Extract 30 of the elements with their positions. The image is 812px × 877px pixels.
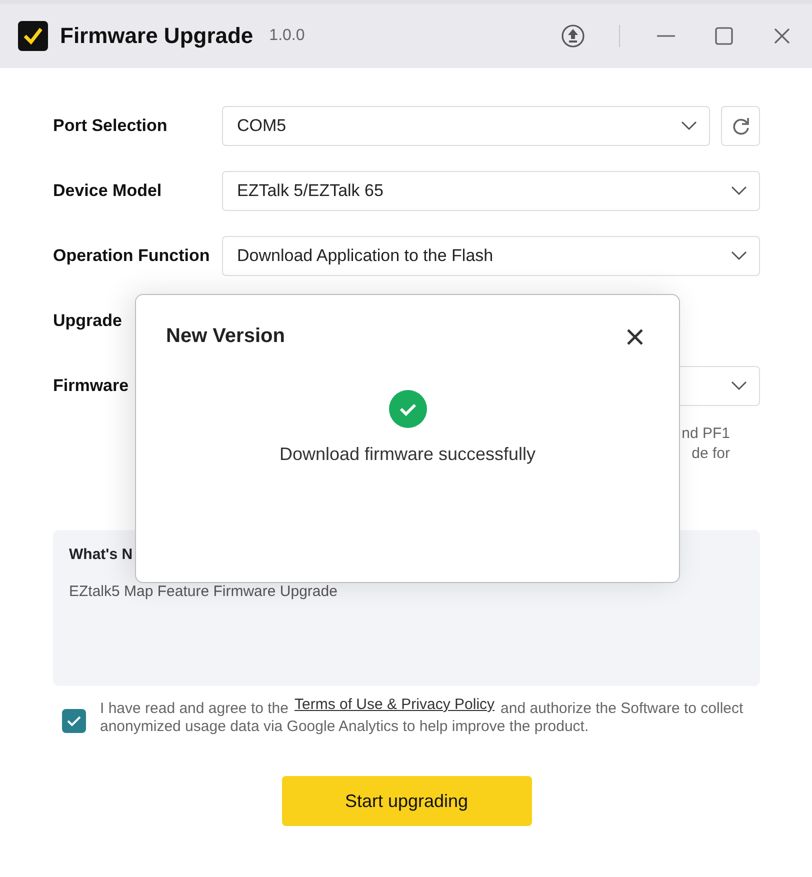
chevron-icon: [731, 186, 747, 196]
upload-icon[interactable]: [561, 24, 585, 48]
dialog-message: Download firmware successfully: [279, 444, 536, 465]
whats-new-title: What's N: [69, 546, 134, 563]
logo-icon: [18, 21, 48, 51]
refresh-button[interactable]: [721, 106, 760, 146]
field-label: Port Selection: [53, 116, 168, 136]
dialog-title: New Version: [166, 325, 285, 348]
version-label: 1.0.0: [269, 27, 305, 45]
description-text: de for: [692, 445, 730, 462]
chevron-icon: [731, 381, 747, 391]
select-field[interactable]: Download Application to the Flash: [222, 236, 760, 276]
chevron-icon: [681, 121, 697, 131]
success-check-icon: [388, 390, 426, 428]
select-field[interactable]: EZTalk 5/EZTalk 65: [222, 171, 760, 211]
description-text: nd PF1: [682, 425, 730, 442]
whats-new-text: EZtalk5 Map Feature Firmware Upgrade: [69, 583, 338, 600]
select-field[interactable]: COM5: [222, 106, 710, 146]
chevron-icon: [731, 251, 747, 261]
field-label: Operation Function: [53, 246, 211, 266]
close-icon[interactable]: [625, 326, 645, 346]
start-upgrading-button[interactable]: Start upgrading: [282, 776, 532, 826]
window-title: Firmware Upgrade: [60, 23, 254, 49]
field-label: Upgrade: [53, 311, 123, 331]
agree-checkbox[interactable]: [62, 709, 86, 733]
refresh-icon: [730, 116, 750, 136]
check-icon: [67, 716, 81, 726]
maximize-icon[interactable]: [712, 24, 736, 48]
field-label: Device Model: [53, 181, 163, 201]
field-label: Firmware: [53, 376, 130, 396]
